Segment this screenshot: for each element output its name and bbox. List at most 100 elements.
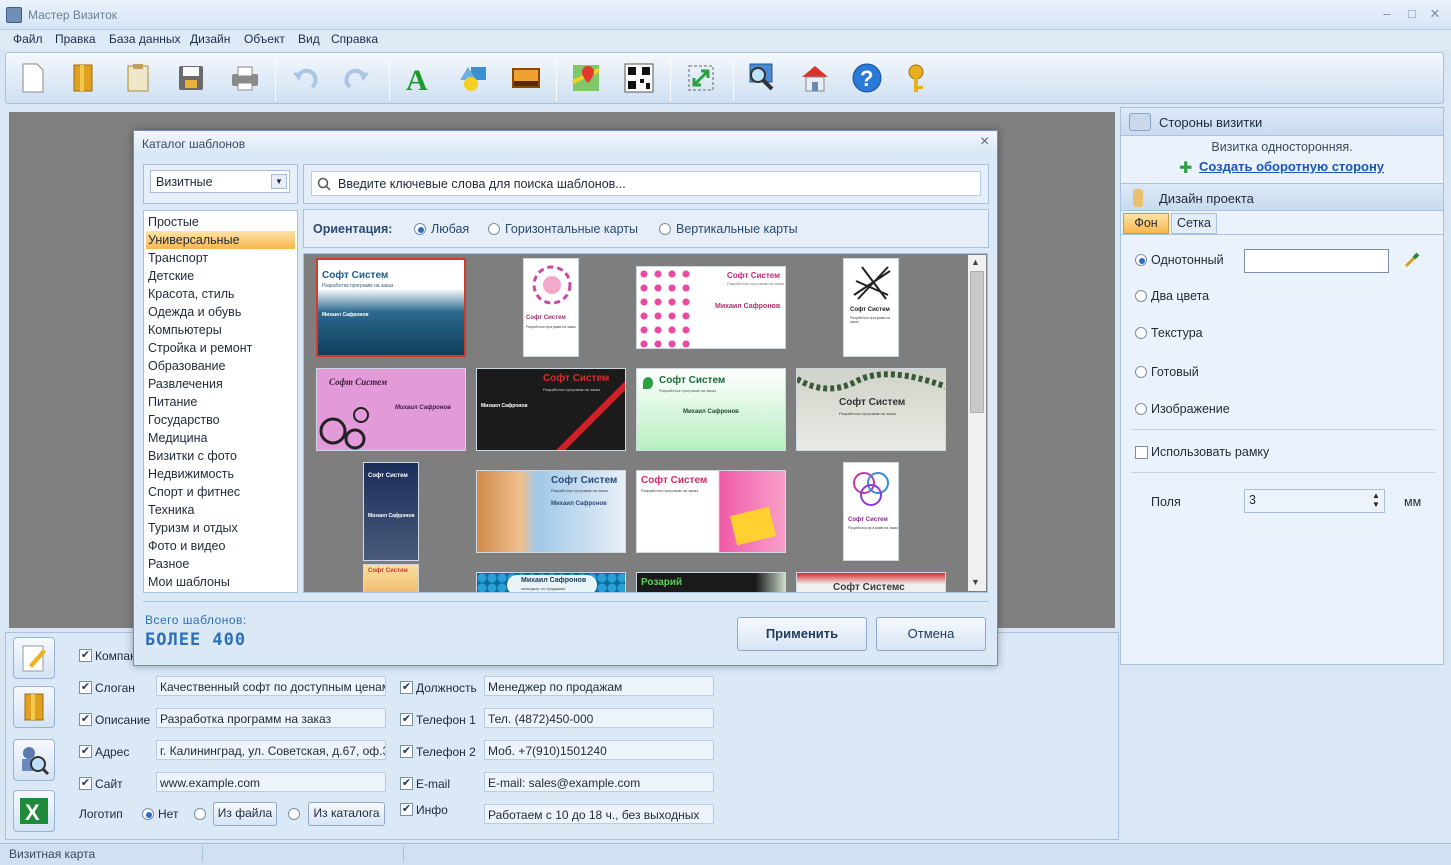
category-item[interactable]: Визитки с фото [146,447,295,465]
template-card[interactable]: Софт Систем Михаил Сафронов [363,462,419,561]
description-checkbox[interactable] [79,713,92,726]
template-card[interactable]: Розарий [636,572,786,592]
slogan-input[interactable]: Качественный софт по доступным ценам [156,676,386,696]
category-item[interactable]: Фото и видео [146,537,295,555]
slogan-checkbox[interactable] [79,681,92,694]
minimize-button[interactable]: – [1377,6,1397,24]
template-card[interactable]: Софт Систем Разработка программ на заказ [523,258,579,357]
template-card[interactable]: Софт Систем Михаил Сафронов [316,368,466,451]
print-icon[interactable] [226,59,264,97]
phone2-checkbox[interactable] [400,745,413,758]
category-item[interactable]: Одежда и обувь [146,303,295,321]
phone1-checkbox[interactable] [400,713,413,726]
tab-grid[interactable]: Сетка [1171,213,1217,234]
margins-stepper[interactable]: ▲ ▼ [1372,491,1380,509]
menu-database[interactable]: База данных [109,32,180,46]
template-card[interactable]: Софт Систем Разработка программ на заказ [843,258,899,357]
category-item[interactable]: Красота, стиль [146,285,295,303]
create-back-side-link[interactable]: Создать оборотную сторону [1199,159,1384,174]
position-checkbox[interactable] [400,681,413,694]
dialog-close-button[interactable]: × [980,133,989,151]
text-icon[interactable]: A [400,59,438,97]
save-icon[interactable] [172,59,210,97]
cancel-button[interactable]: Отмена [876,617,986,651]
category-item[interactable]: Детские [146,267,295,285]
logo-catalog-radio[interactable] [288,808,300,820]
info-input[interactable]: Работаем с 10 до 18 ч., без выходных [484,804,714,824]
redo-icon[interactable] [338,59,376,97]
template-card[interactable]: Софт Систем Разработка программ на заказ [843,462,899,561]
category-item[interactable]: Техника [146,501,295,519]
template-card[interactable]: Софт Систем Разработка программ на заказ… [476,470,626,553]
address-checkbox[interactable] [79,745,92,758]
category-item[interactable]: Образование [146,357,295,375]
fit-icon[interactable] [682,59,720,97]
menu-file[interactable]: Файл [13,32,43,46]
category-select[interactable]: Визитные ▼ [150,170,290,193]
radio-texture[interactable] [1135,327,1147,339]
template-card[interactable]: Софт Систем Разработка программ на заказ… [636,368,786,451]
undo-icon[interactable] [286,59,324,97]
zoom-icon[interactable] [742,59,780,97]
position-input[interactable]: Менеджер по продажам [484,676,714,696]
menu-object[interactable]: Объект [244,32,285,46]
use-frame-checkbox[interactable] [1135,446,1148,459]
chevron-down-icon[interactable]: ▼ [271,174,287,189]
color-swatch[interactable] [1244,249,1389,273]
home-icon[interactable] [796,59,834,97]
menu-view[interactable]: Вид [298,32,320,46]
radio-ready[interactable] [1135,366,1147,378]
shapes-icon[interactable] [454,59,492,97]
search-contacts-icon[interactable] [13,739,55,781]
logo-from-file-button[interactable]: Из файла [213,802,277,826]
template-card[interactable]: Софт Систем Разработка программ на заказ [796,368,946,451]
category-item[interactable]: Развлечения [146,375,295,393]
logo-file-radio[interactable] [194,808,206,820]
address-input[interactable]: г. Калининград, ул. Советская, д.67, оф.… [156,740,386,760]
close-button[interactable]: ✕ [1425,6,1445,24]
orientation-any-radio[interactable] [414,223,426,235]
template-card[interactable]: Софт Систем Разработка программ на заказ [636,470,786,553]
template-scrollbar[interactable]: ▲ ▼ [968,255,986,591]
keys-icon[interactable] [902,59,940,97]
category-item[interactable]: Транспорт [146,249,295,267]
template-card[interactable]: Софт Систем Разработка программ на заказ… [636,266,786,349]
template-card-selected[interactable]: Софт Систем Разработка программ на заказ… [316,258,466,357]
template-card[interactable]: Софт Системс [796,572,946,592]
category-item[interactable]: Государство [146,411,295,429]
radio-solid[interactable] [1135,254,1147,266]
category-item[interactable]: Спорт и фитнес [146,483,295,501]
scroll-up-icon[interactable]: ▲ [971,257,980,267]
qr-code-icon[interactable] [620,59,658,97]
category-item[interactable]: Туризм и отдых [146,519,295,537]
category-item[interactable]: Питание [146,393,295,411]
open-folder-icon[interactable] [64,59,102,97]
info-checkbox[interactable] [400,803,413,816]
logo-from-catalog-button[interactable]: Из каталога [308,802,385,826]
map-icon[interactable] [567,59,605,97]
menu-design[interactable]: Дизайн [190,32,230,46]
phone2-input[interactable]: Моб. +7(910)1501240 [484,740,714,760]
orientation-horizontal-radio[interactable] [488,223,500,235]
category-item[interactable]: Простые [146,213,295,231]
image-icon[interactable] [507,59,545,97]
help-icon[interactable]: ? [848,59,886,97]
tab-background[interactable]: Фон [1123,213,1169,234]
site-input[interactable]: www.example.com [156,772,386,792]
search-input[interactable]: Введите ключевые слова для поиска шаблон… [311,171,981,196]
orientation-vertical-radio[interactable] [659,223,671,235]
scroll-down-icon[interactable]: ▼ [971,577,980,587]
template-card[interactable]: Михаил Сафронов менеджер по продажам [476,572,626,592]
template-card[interactable]: Софт Систем Разработка программ на заказ… [476,368,626,451]
maximize-button[interactable]: □ [1402,6,1422,24]
category-item[interactable]: Стройка и ремонт [146,339,295,357]
scroll-thumb[interactable] [970,271,984,413]
category-item[interactable]: Недвижимость [146,465,295,483]
site-checkbox[interactable] [79,777,92,790]
margins-input[interactable]: 3 [1244,489,1385,513]
description-input[interactable]: Разработка программ на заказ [156,708,386,728]
excel-icon[interactable]: X [13,790,55,832]
category-item-selected[interactable]: Универсальные [146,231,295,249]
category-item[interactable]: Медицина [146,429,295,447]
edit-icon[interactable] [13,637,55,679]
